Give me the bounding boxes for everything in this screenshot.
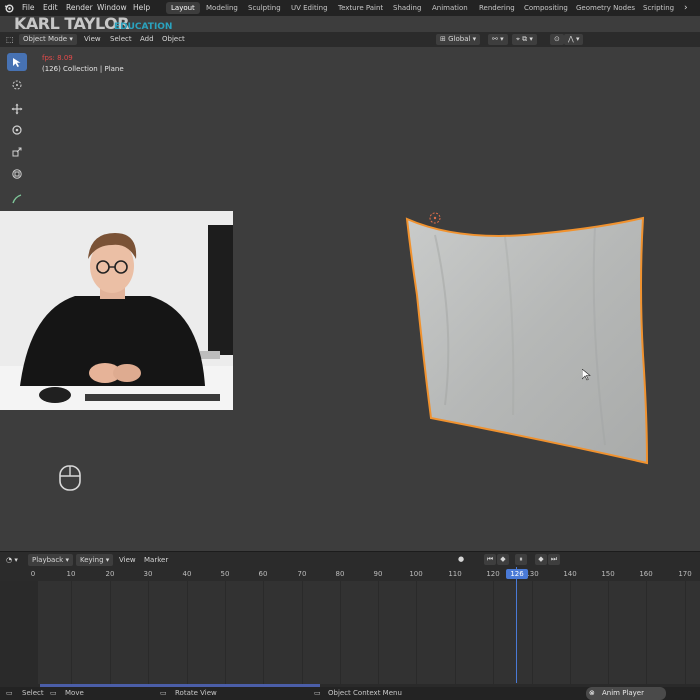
tick-label: 50 xyxy=(220,570,230,578)
tick-label: 20 xyxy=(105,570,115,578)
tab-scripting[interactable]: Scripting xyxy=(638,2,679,14)
tick-label: 30 xyxy=(143,570,153,578)
header-add[interactable]: Add xyxy=(140,34,154,45)
mouse-cursor-icon xyxy=(581,368,591,383)
timeline-dopesheet-area[interactable] xyxy=(38,581,700,684)
timeline-channel-region xyxy=(0,581,38,684)
mode-label: Object Mode xyxy=(23,35,68,43)
tick-label: 140 xyxy=(563,570,577,578)
close-icon[interactable]: ⊗ xyxy=(589,687,595,700)
timeline-editor-type-icon[interactable]: ◔ ▾ xyxy=(6,554,18,566)
mode-dropdown[interactable]: Object Mode ▾ xyxy=(19,34,77,45)
jump-keyframe-back-icon[interactable]: ◆ xyxy=(497,554,509,565)
scale-tool-icon[interactable] xyxy=(7,143,27,161)
jump-end-icon[interactable]: ⏭ xyxy=(548,554,560,565)
context-mouse-icon: ▭ xyxy=(314,689,321,697)
transform-tool-icon[interactable] xyxy=(7,165,27,183)
viewport-header: ⬚ Object Mode ▾ View Select Add Object ⊞… xyxy=(0,32,700,47)
brand-watermark-sub: EDUCATION xyxy=(114,22,173,32)
header-select[interactable]: Select xyxy=(110,34,132,45)
origin-pin-icon[interactable] xyxy=(428,211,442,227)
anim-player-badge[interactable]: ⊗ Anim Player xyxy=(586,687,666,700)
header-object[interactable]: Object xyxy=(162,34,185,45)
workspace-overflow-icon[interactable]: › xyxy=(684,0,688,16)
keying-label: Keying xyxy=(80,556,104,564)
cloth-plane[interactable] xyxy=(395,205,660,475)
timeline-playback-menu[interactable]: Playback ▾ xyxy=(28,554,73,566)
tick-label: 110 xyxy=(448,570,462,578)
tab-compositing[interactable]: Compositing xyxy=(519,2,573,14)
tab-geometry-nodes[interactable]: Geometry Nodes xyxy=(571,2,640,14)
tab-rendering[interactable]: Rendering xyxy=(474,2,520,14)
tick-label: 120 xyxy=(486,570,500,578)
annotate-tool-icon[interactable] xyxy=(7,190,27,208)
status-select: Select xyxy=(22,689,44,697)
jump-keyframe-forward-icon[interactable]: ◆ xyxy=(535,554,547,565)
tick-label: 150 xyxy=(601,570,615,578)
tab-layout[interactable]: Layout xyxy=(166,2,200,14)
middle-mouse-icon: ▭ xyxy=(50,689,57,697)
tick-label: 70 xyxy=(297,570,307,578)
tab-shading[interactable]: Shading xyxy=(388,2,426,14)
orientation-label: Global xyxy=(448,35,471,43)
tick-label: 0 xyxy=(30,570,36,578)
left-mouse-icon: ▭ xyxy=(6,689,13,697)
tab-animation[interactable]: Animation xyxy=(427,2,473,14)
playhead-line[interactable] xyxy=(516,567,517,683)
select-box-tool-icon[interactable] xyxy=(7,53,27,71)
current-frame-indicator[interactable]: 126 xyxy=(506,569,528,579)
timeline-header: ◔ ▾ Playback ▾ Keying ▾ View Marker xyxy=(0,551,700,568)
tab-sculpting[interactable]: Sculpting xyxy=(243,2,286,14)
falloff-icon[interactable]: ⋀ ▾ xyxy=(564,34,584,45)
collection-info: (126) Collection | Plane xyxy=(42,65,124,73)
header-view[interactable]: View xyxy=(84,34,101,45)
cursor-tool-icon[interactable] xyxy=(7,76,27,94)
move-tool-icon[interactable] xyxy=(7,100,27,118)
tab-texture-paint[interactable]: Texture Paint xyxy=(333,2,388,14)
timeline-ruler[interactable]: 0 10 20 30 40 50 60 70 80 90 100 110 120… xyxy=(0,567,700,581)
fps-readout: fps: 8.09 xyxy=(42,54,73,62)
tab-modeling[interactable]: Modeling xyxy=(201,2,243,14)
menu-help[interactable]: Help xyxy=(133,0,150,16)
record-icon[interactable]: ● xyxy=(455,554,467,565)
timeline-view-menu[interactable]: View xyxy=(119,554,136,566)
right-mouse-icon: ▭ xyxy=(160,689,167,697)
tick-label: 60 xyxy=(258,570,268,578)
tick-label: 10 xyxy=(66,570,76,578)
editor-type-icon[interactable]: ⬚ xyxy=(6,34,14,45)
tick-label: 160 xyxy=(639,570,653,578)
playback-label: Playback xyxy=(32,556,64,564)
tick-label: 170 xyxy=(678,570,692,578)
status-bar: ▭ Select ▭ Move ▭ Rotate View ▭ Object C… xyxy=(0,687,700,700)
proportional-edit-icon[interactable]: ⊙ xyxy=(550,34,564,45)
brand-watermark: KARL TAYLOR xyxy=(14,14,130,33)
status-move: Move xyxy=(65,689,84,697)
rotate-tool-icon[interactable] xyxy=(7,121,27,139)
status-rotate: Rotate View xyxy=(175,689,217,697)
tick-label: 100 xyxy=(409,570,423,578)
timeline-marker-menu[interactable]: Marker xyxy=(144,554,168,566)
snap-icon[interactable]: ⌖ ⧉ ▾ xyxy=(512,34,537,45)
blender-logo-icon[interactable] xyxy=(4,0,14,16)
anim-player-label: Anim Player xyxy=(602,689,644,697)
presenter-webcam xyxy=(0,211,233,410)
tick-label: 90 xyxy=(373,570,383,578)
transform-orientation-dropdown[interactable]: ⊞ Global ▾ xyxy=(436,34,481,45)
jump-start-icon[interactable]: ⏮ xyxy=(484,554,496,565)
pivot-point-icon[interactable]: ⚯ ▾ xyxy=(488,34,508,45)
tick-label: 80 xyxy=(335,570,345,578)
tick-label: 40 xyxy=(182,570,192,578)
mouse-indicator-icon xyxy=(58,464,82,494)
tab-uv-editing[interactable]: UV Editing xyxy=(286,2,333,14)
status-context: Object Context Menu xyxy=(328,689,402,697)
timeline-keying-menu[interactable]: Keying ▾ xyxy=(76,554,114,566)
pause-button[interactable]: ⏸ xyxy=(515,554,527,565)
